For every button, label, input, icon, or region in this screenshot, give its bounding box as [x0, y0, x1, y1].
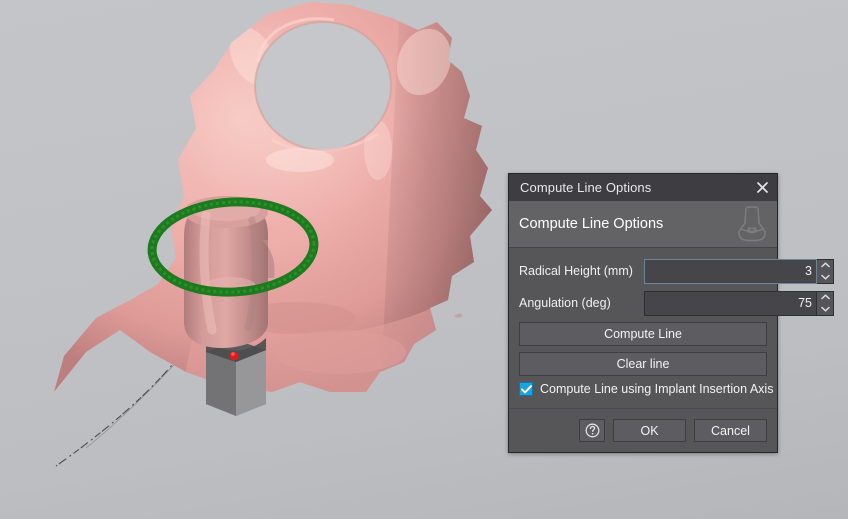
- radical-height-stepper[interactable]: [644, 258, 834, 284]
- radical-height-label: Radical Height (mm): [519, 264, 633, 278]
- application-window: Compute Line Options Compute Line Option…: [0, 0, 848, 519]
- bone-mesh: [54, 2, 492, 392]
- angulation-input[interactable]: [644, 290, 817, 316]
- dialog-titlebar[interactable]: Compute Line Options: [509, 174, 777, 201]
- marker-point-highlight: [231, 352, 235, 356]
- compute-line-options-dialog: Compute Line Options Compute Line Option…: [508, 173, 834, 453]
- abutment[interactable]: [184, 196, 275, 348]
- dialog-header-title: Compute Line Options: [519, 216, 664, 232]
- checkbox-checked-icon[interactable]: [519, 382, 533, 396]
- implant-insertion-axis-checkbox-row[interactable]: Compute Line using Implant Insertion Axi…: [519, 382, 773, 396]
- implant-insertion-axis-label: Compute Line using Implant Insertion Axi…: [540, 382, 774, 396]
- angulation-row: Angulation (deg): [519, 290, 834, 316]
- compute-line-button[interactable]: Compute Line: [519, 322, 767, 346]
- help-button[interactable]: [579, 419, 605, 442]
- dialog-header: Compute Line Options: [509, 201, 777, 248]
- ok-button[interactable]: OK: [613, 419, 686, 442]
- abutment-icon: [735, 206, 769, 242]
- dialog-footer: OK Cancel: [509, 408, 777, 452]
- spin-down-icon[interactable]: [817, 303, 833, 315]
- spin-up-icon[interactable]: [817, 292, 833, 304]
- implant-body[interactable]: [206, 338, 266, 416]
- dialog-title: Compute Line Options: [520, 180, 652, 195]
- spin-up-icon[interactable]: [817, 260, 833, 272]
- angulation-label: Angulation (deg): [519, 296, 611, 310]
- dialog-body: Radical Height (mm) 3 Angulation (deg) 7…: [509, 248, 834, 408]
- radical-height-input[interactable]: [644, 258, 817, 284]
- angulation-spin-buttons[interactable]: [817, 290, 834, 316]
- mesh-speck: [454, 313, 463, 318]
- spin-down-icon[interactable]: [817, 271, 833, 283]
- radical-height-row: Radical Height (mm): [519, 258, 834, 284]
- clear-line-button[interactable]: Clear line: [519, 352, 767, 376]
- cancel-button[interactable]: Cancel: [694, 419, 767, 442]
- radical-height-spin-buttons[interactable]: [817, 258, 834, 284]
- angulation-stepper[interactable]: [644, 290, 834, 316]
- mesh-artifact-wisp: [55, 357, 179, 467]
- close-icon[interactable]: [751, 177, 773, 198]
